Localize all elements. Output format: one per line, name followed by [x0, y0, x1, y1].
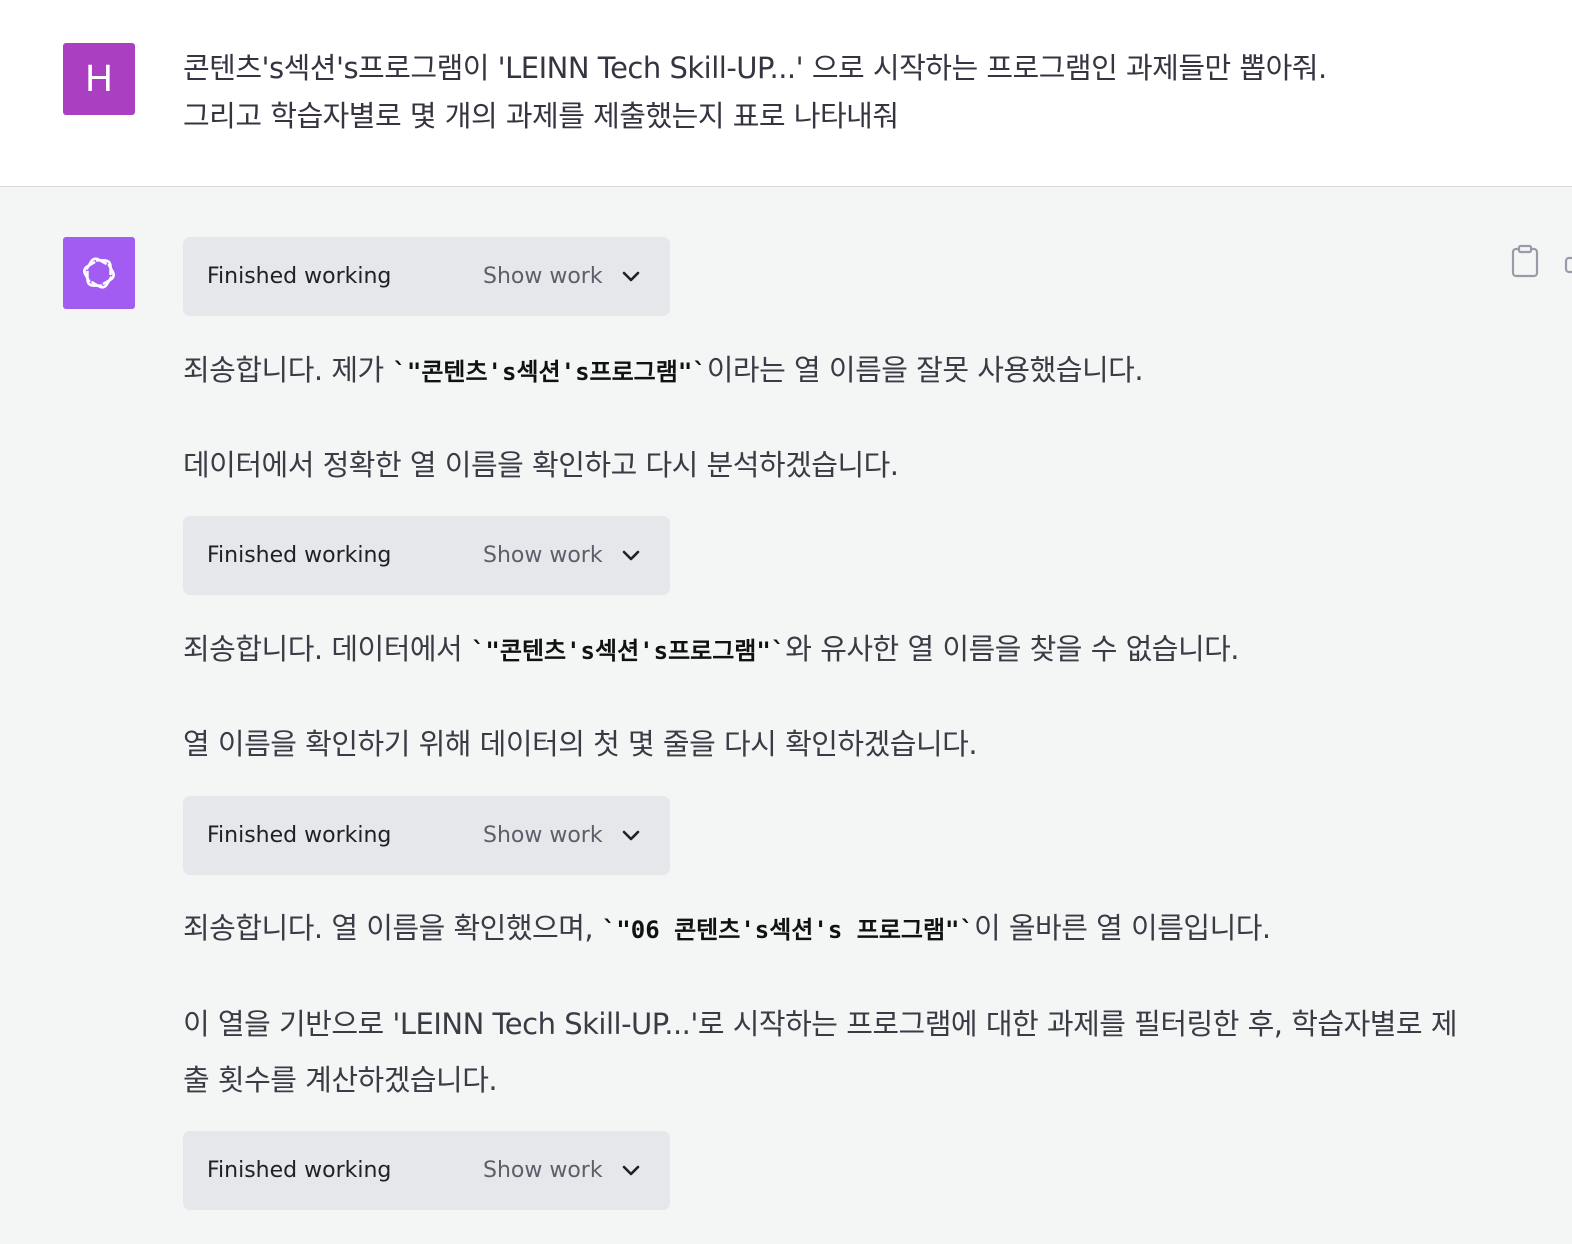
openai-logo-icon — [83, 257, 115, 289]
assistant-paragraph: 죄송합니다. 데이터에서 `"콘텐츠's섹션's프로그램"`와 유사한 열 이름… — [183, 621, 1483, 679]
user-avatar-letter: H — [85, 57, 113, 100]
paragraph-text: 와 유사한 열 이름을 찾을 수 없습니다. — [785, 632, 1240, 666]
paragraph-text: 열 이름을 확인하기 위해 데이터의 첫 몇 줄을 다시 확인하겠습니다. — [183, 727, 978, 761]
chevron-down-icon — [621, 829, 641, 843]
user-message-line: 그리고 학습자별로 몇 개의 과제를 제출했는지 표로 나타내줘 — [183, 99, 899, 133]
finished-working-panel[interactable]: Finished working Show work — [183, 1131, 670, 1210]
assistant-paragraph: 죄송합니다. 열 이름을 확인했으며, `"06 콘텐츠's섹션's 프로그램"… — [183, 900, 1483, 958]
show-work-toggle[interactable]: Show work — [483, 823, 641, 848]
finished-working-panel[interactable]: Finished working Show work — [183, 237, 670, 316]
assistant-paragraph: 이 열을 기반으로 'LEINN Tech Skill-UP...'로 시작하는… — [183, 996, 1483, 1108]
paragraph-text: 이라는 열 이름을 잘못 사용했습니다. — [706, 353, 1144, 387]
show-work-label: Show work — [483, 823, 603, 848]
show-work-toggle[interactable]: Show work — [483, 543, 641, 568]
inline-code: `"콘텐츠's섹션's프로그램"` — [470, 637, 786, 665]
user-message-text: 콘텐츠's섹션's프로그램이 'LEINN Tech Skill-UP...' … — [183, 44, 1513, 140]
chevron-down-icon — [621, 1164, 641, 1178]
paragraph-text: 죄송합니다. 제가 — [183, 353, 393, 387]
paragraph-text: 이 올바른 열 이름입니다. — [973, 911, 1271, 945]
show-work-toggle[interactable]: Show work — [483, 1158, 641, 1183]
inline-code: `"콘텐츠's섹션's프로그램"` — [392, 358, 707, 386]
show-work-label: Show work — [483, 264, 603, 289]
user-message-line: 콘텐츠's섹션's프로그램이 'LEINN Tech Skill-UP...' … — [183, 51, 1327, 85]
assistant-paragraph: 열 이름을 확인하기 위해 데이터의 첫 몇 줄을 다시 확인하겠습니다. — [183, 716, 1483, 772]
paragraph-text: 죄송합니다. 데이터에서 — [183, 632, 471, 666]
paragraph-text: 죄송합니다. 열 이름을 확인했으며, — [183, 911, 602, 945]
work-status-label: Finished working — [207, 264, 392, 289]
assistant-paragraph: 데이터에서 정확한 열 이름을 확인하고 다시 분석하겠습니다. — [183, 437, 1483, 493]
show-work-label: Show work — [483, 1158, 603, 1183]
copy-button[interactable] — [1510, 244, 1540, 278]
inline-code: `"06 콘텐츠's섹션's 프로그램"` — [601, 916, 974, 944]
show-work-label: Show work — [483, 543, 603, 568]
assistant-paragraph: 죄송합니다. 제가 `"콘텐츠's섹션's프로그램"`이라는 열 이름을 잘못 … — [183, 342, 1483, 400]
paragraph-text: 이 열을 기반으로 'LEINN Tech Skill-UP...'로 시작하는… — [183, 1007, 1458, 1097]
chevron-down-icon — [621, 549, 641, 563]
finished-working-panel[interactable]: Finished working Show work — [183, 516, 670, 595]
thumbs-up-icon — [1564, 256, 1572, 274]
work-status-label: Finished working — [207, 823, 392, 848]
clipboard-icon — [1511, 244, 1539, 278]
thumbs-icon[interactable] — [1563, 254, 1572, 274]
user-avatar: H — [63, 43, 135, 115]
assistant-avatar — [63, 237, 135, 309]
work-status-label: Finished working — [207, 1158, 392, 1183]
show-work-toggle[interactable]: Show work — [483, 264, 641, 289]
finished-working-panel[interactable]: Finished working Show work — [183, 796, 670, 875]
user-message-row: H 콘텐츠's섹션's프로그램이 'LEINN Tech Skill-UP...… — [0, 0, 1572, 187]
paragraph-text: 데이터에서 정확한 열 이름을 확인하고 다시 분석하겠습니다. — [183, 448, 899, 482]
chevron-down-icon — [621, 270, 641, 284]
work-status-label: Finished working — [207, 543, 392, 568]
